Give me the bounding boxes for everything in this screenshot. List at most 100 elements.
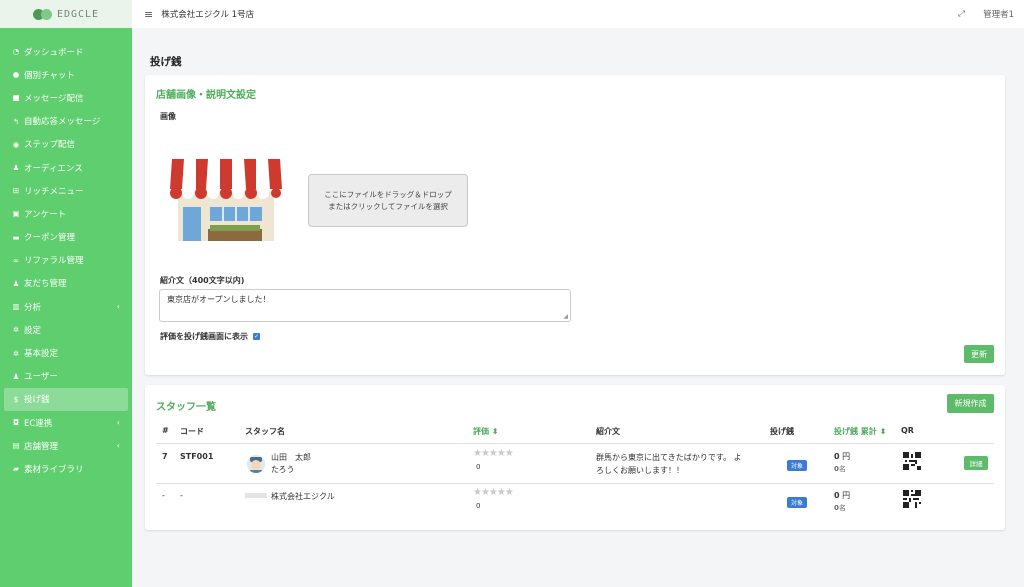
friends-icon: ♟: [12, 278, 20, 288]
sidebar-item-rich-menu[interactable]: ⊞ リッチメニュー: [0, 179, 132, 202]
col-number: #: [162, 426, 169, 435]
row-code: -: [180, 491, 183, 500]
rating-count: 0: [476, 463, 481, 471]
link-icon: ∞: [12, 255, 20, 265]
user-icon: ♟: [12, 371, 20, 381]
sidebar-item-audience[interactable]: ♟ オーディエンス: [0, 156, 132, 179]
sort-icon: ⬍: [879, 427, 887, 436]
header-divider: [156, 443, 994, 444]
sidebar-item-label: 店舗管理: [24, 441, 59, 452]
qr-code[interactable]: [903, 452, 921, 470]
sidebar-item-label: リッチメニュー: [24, 186, 84, 197]
dropzone-line1: ここにファイルをドラッグ＆ドロップ: [324, 189, 452, 199]
sidebar-item-label: 分析: [24, 302, 42, 313]
ticket-icon: ▬: [12, 232, 20, 242]
tip-people-unit: 名: [838, 465, 846, 473]
update-button[interactable]: 更新: [964, 345, 994, 363]
sidebar-item-coupon[interactable]: ▬ クーポン管理: [0, 226, 132, 249]
sidebar-item-referral[interactable]: ∞ リファラル管理: [0, 249, 132, 272]
sidebar-item-chat[interactable]: ● 個別チャット: [0, 63, 132, 86]
col-rating[interactable]: 評価 ⬍: [473, 426, 499, 437]
sidebar-item-message[interactable]: ■ メッセージ配信: [0, 86, 132, 109]
staff-list-card: スタッフ一覧 新規作成 # コード スタッフ名 評価 ⬍ 紹介文 投げ銭 投げ銭…: [145, 385, 1005, 530]
image-label: 画像: [160, 112, 176, 121]
store-name: 株式会社エジクル 1号店: [161, 10, 255, 20]
fullscreen-icon[interactable]: ⤢: [958, 9, 965, 19]
sidebar-item-auto-reply[interactable]: ↰ 自動応答メッセージ: [0, 110, 132, 133]
col-rating-label: 評価: [473, 427, 489, 436]
sidebar-item-survey[interactable]: ▣ アンケート: [0, 202, 132, 225]
logo-icon: [32, 8, 52, 20]
staff-list-title: スタッフ一覧: [156, 402, 216, 413]
show-rating-row: 評価を投げ銭画面に表示 ✓: [160, 331, 260, 342]
file-dropzone[interactable]: ここにファイルをドラッグ＆ドロップ またはクリックしてファイルを選択: [308, 174, 468, 227]
sidebar-item-settings[interactable]: ✲ 設定: [0, 318, 132, 341]
sidebar-item-friends[interactable]: ♟ 友だち管理: [0, 272, 132, 295]
sidebar-item-label: 個別チャット: [24, 70, 75, 81]
avatar: [247, 455, 265, 473]
user-menu[interactable]: 管理者1: [983, 8, 1014, 20]
col-tip: 投げ銭: [770, 427, 794, 436]
tip-total-amount: 0 円: [834, 490, 850, 501]
row-number: 7: [162, 452, 168, 461]
show-rating-checkbox[interactable]: ✓: [253, 333, 260, 340]
sidebar-item-store[interactable]: ▤ 店舗管理 ‹: [0, 434, 132, 457]
intro-textarea[interactable]: 東京店がオープンしました！ ◢: [159, 289, 571, 322]
sidebar-item-label: ダッシュボード: [24, 47, 84, 58]
rating-count: 0: [476, 502, 481, 510]
logo[interactable]: EDGCLE: [0, 0, 132, 28]
staff-name: 株式会社エジクル: [271, 492, 335, 501]
chart-icon: ▥: [12, 302, 20, 312]
chevron-left-icon: ‹: [116, 441, 120, 451]
sidebar-item-dashboard[interactable]: ◔ ダッシュボード: [0, 40, 132, 63]
sidebar-item-step[interactable]: ◉ ステップ配信: [0, 133, 132, 156]
store-settings-title: 店舗画像・説明文設定: [156, 90, 256, 101]
new-staff-button[interactable]: 新規作成: [947, 394, 994, 413]
sidebar-item-ec[interactable]: ◘ EC連携 ‹: [0, 411, 132, 434]
col-intro: 紹介文: [596, 427, 620, 436]
tip-total-value: 0: [834, 491, 840, 500]
col-name: スタッフ名: [245, 427, 285, 436]
sidebar-item-user[interactable]: ♟ ユーザー: [0, 365, 132, 388]
menu-icon[interactable]: ≡: [144, 8, 153, 21]
topbar: ≡ 株式会社エジクル 1号店 ⤢ 管理者1: [132, 0, 1024, 28]
tip-total-unit: 円: [842, 452, 851, 461]
resize-handle-icon[interactable]: ◢: [563, 313, 568, 320]
chevron-left-icon: ‹: [116, 302, 120, 312]
sidebar-item-label: メッセージ配信: [24, 93, 84, 104]
dashboard-icon: ◔: [12, 47, 20, 57]
tip-target-badge: 対象: [787, 460, 808, 471]
dollar-icon: $: [13, 394, 19, 404]
sidebar-item-label: アンケート: [24, 209, 67, 220]
sidebar-item-label: 設定: [24, 325, 42, 336]
sidebar-item-label: ステップ配信: [24, 140, 76, 151]
users-icon: ♟: [12, 163, 20, 173]
reply-icon: ↰: [12, 116, 20, 126]
col-tip-total[interactable]: 投げ銭 累計 ⬍: [834, 426, 886, 437]
row-number: -: [162, 491, 165, 500]
logo-text: EDGCLE: [56, 8, 100, 20]
col-qr: QR: [901, 426, 914, 435]
sidebar-item-library[interactable]: ▰ 素材ライブラリ: [0, 457, 132, 480]
sidebar-item-tip[interactable]: $ 投げ銭: [4, 387, 128, 411]
page-title: 投げ銭: [150, 56, 182, 68]
sidebar-item-label: EC連携: [24, 418, 53, 429]
rating-stars: ★★★★★: [473, 487, 514, 498]
sidebar-item-label: リファラル管理: [24, 256, 84, 267]
sidebar-item-label: クーポン管理: [24, 233, 76, 244]
shop-icon: ◘: [13, 418, 19, 428]
sidebar-item-label: 素材ライブラリ: [24, 464, 84, 475]
sidebar-item-basic-settings[interactable]: ✲ 基本設定: [0, 341, 132, 364]
intro-text-line2: ろしくお願いします！！: [596, 466, 684, 475]
sidebar-item-label: 基本設定: [24, 349, 59, 360]
step-icon: ◉: [12, 139, 20, 149]
qr-code[interactable]: [903, 490, 921, 508]
store-image: [170, 159, 282, 241]
chevron-left-icon: ‹: [116, 418, 120, 428]
tip-total-people: 0名: [834, 464, 846, 474]
company-logo: [245, 493, 267, 498]
sidebar-item-label: 投げ銭: [24, 395, 50, 406]
sort-icon: ⬍: [491, 427, 499, 436]
sidebar-item-analytics[interactable]: ▥ 分析 ‹: [0, 295, 132, 318]
detail-button[interactable]: 詳細: [964, 456, 988, 470]
